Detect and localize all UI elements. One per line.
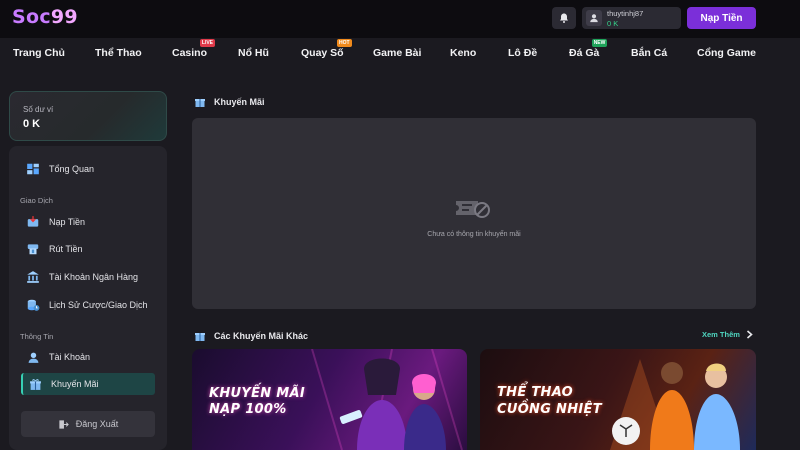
sidebar-item-label: Nạp Tiền (49, 217, 86, 227)
sidebar-item-bank-account[interactable]: Tài Khoản Ngân Hàng (21, 266, 155, 288)
top-bar: Soc99 thuytinhj87 0 K Nạp Tiền (0, 0, 800, 38)
dashboard-icon (26, 162, 40, 176)
sidebar-item-label: Khuyến Mãi (51, 379, 99, 389)
user-icon (590, 14, 598, 23)
deposit-button[interactable]: Nạp Tiền (687, 7, 756, 29)
notification-button[interactable] (552, 7, 576, 29)
username: thuytinhj87 (607, 9, 644, 18)
nav-label: Nổ Hũ (238, 47, 269, 59)
nav-item-home[interactable]: Trang Chủ (13, 47, 65, 59)
gift-icon (194, 96, 206, 108)
user-balance: 0 K (607, 19, 619, 28)
nav-item-fishing[interactable]: Bắn Cá (631, 47, 667, 59)
bank-icon (26, 270, 40, 284)
promotions-panel: Chưa có thông tin khuyến mãi (192, 118, 756, 309)
sidebar-item-deposit[interactable]: Nạp Tiền (21, 211, 155, 233)
promotions-title: Khuyến Mãi (214, 97, 265, 107)
gift-icon (194, 330, 206, 342)
avatar (586, 10, 602, 26)
promo-banner-deposit[interactable]: KHUYẾN MÃI NẠP 100% (192, 349, 467, 450)
nav-item-cockfight[interactable]: Đá Gà NEW (569, 39, 608, 59)
wallet-label: Số dư ví (23, 105, 54, 114)
promo-banner-sports[interactable]: THỂ THAO CUỒNG NHIỆT (480, 349, 756, 450)
banner-headline-line1: THỂ THAO (497, 385, 574, 400)
sidebar-item-promotions[interactable]: Khuyến Mãi (21, 373, 155, 395)
account-sidebar: Tổng Quan Giao Dịch Nạp Tiền Rút Tiền Tà… (9, 146, 167, 450)
sidebar-item-account[interactable]: Tài Khoản (21, 346, 155, 368)
banner-headline-line2: CUỒNG NHIỆT (497, 402, 602, 417)
main-nav: Trang Chủ Thể Thao Casino LIVE Nổ Hũ Quay… (0, 38, 800, 68)
section-transactions: Giao Dịch (20, 196, 53, 205)
nav-label: Lô Đề (508, 47, 538, 59)
logout-label: Đăng Xuất (75, 419, 119, 429)
sidebar-item-overview[interactable]: Tổng Quan (21, 158, 155, 180)
nav-item-keno[interactable]: Keno (450, 47, 476, 59)
nav-item-game-portal[interactable]: Cổng Game (697, 47, 756, 59)
logout-button[interactable]: Đăng Xuất (21, 411, 155, 437)
nav-label: Trang Chủ (13, 47, 65, 59)
banner-headline-line1: KHUYẾN MÃI (209, 386, 306, 401)
banner-headline-line2: NẠP 100% (209, 402, 287, 417)
new-badge: NEW (591, 39, 608, 47)
nav-label: Quay Số (301, 47, 344, 59)
withdraw-icon (26, 242, 40, 256)
chevron-right-icon (746, 330, 753, 339)
empty-state-text: Chưa có thông tin khuyến mãi (427, 231, 521, 238)
see-more-label: Xem Thêm (702, 330, 740, 339)
nav-item-card-games[interactable]: Game Bài (373, 47, 421, 59)
section-info: Thông Tin (20, 332, 54, 341)
see-more-link[interactable]: Xem Thêm (702, 330, 753, 339)
site-logo[interactable]: Soc99 (12, 6, 78, 28)
logo-text-part2: 99 (50, 6, 78, 28)
nav-label: Đá Gà (569, 47, 600, 59)
gift-icon (28, 377, 42, 391)
nav-label: Casino (172, 47, 208, 59)
sidebar-item-history[interactable]: Lịch Sử Cược/Giao Dịch (21, 294, 155, 316)
sidebar-item-label: Lịch Sử Cược/Giao Dịch (49, 300, 148, 310)
logo-text-part1: Soc (12, 6, 51, 28)
sidebar-item-label: Tài Khoản Ngân Hàng (49, 272, 139, 282)
nav-label: Game Bài (373, 47, 422, 59)
nav-item-sports[interactable]: Thể Thao (95, 47, 142, 59)
wallet-value: 0 K (23, 118, 41, 130)
nav-label: Cổng Game (697, 47, 756, 59)
promotions-heading: Khuyến Mãi (194, 96, 265, 108)
coin-history-icon (26, 298, 40, 312)
nav-label: Bắn Cá (631, 47, 668, 59)
bell-icon (560, 13, 568, 23)
nav-item-lottery[interactable]: Quay Số HOT (301, 39, 352, 59)
live-badge: LIVE (199, 39, 216, 47)
nav-item-casino[interactable]: Casino LIVE (172, 39, 216, 59)
nav-item-slots[interactable]: Nổ Hũ (238, 47, 269, 59)
other-promotions-title: Các Khuyến Mãi Khác (214, 331, 309, 341)
user-account-box[interactable]: thuytinhj87 0 K (582, 7, 681, 29)
sidebar-item-withdraw[interactable]: Rút Tiền (21, 238, 155, 260)
sidebar-item-label: Tổng Quan (49, 164, 95, 174)
no-ticket-icon (456, 201, 490, 218)
sidebar-item-label: Rút Tiền (49, 244, 83, 254)
user-icon (26, 350, 40, 364)
nav-item-lode[interactable]: Lô Đề (508, 47, 537, 59)
nav-label: Keno (450, 47, 477, 59)
logout-icon (58, 419, 69, 430)
other-promotions-heading: Các Khuyến Mãi Khác (194, 330, 308, 342)
hot-badge: HOT (337, 39, 352, 47)
nav-label: Thể Thao (95, 47, 142, 59)
sidebar-item-label: Tài Khoản (49, 352, 91, 362)
wallet-card: Số dư ví 0 K (9, 91, 167, 141)
deposit-icon (26, 215, 40, 229)
